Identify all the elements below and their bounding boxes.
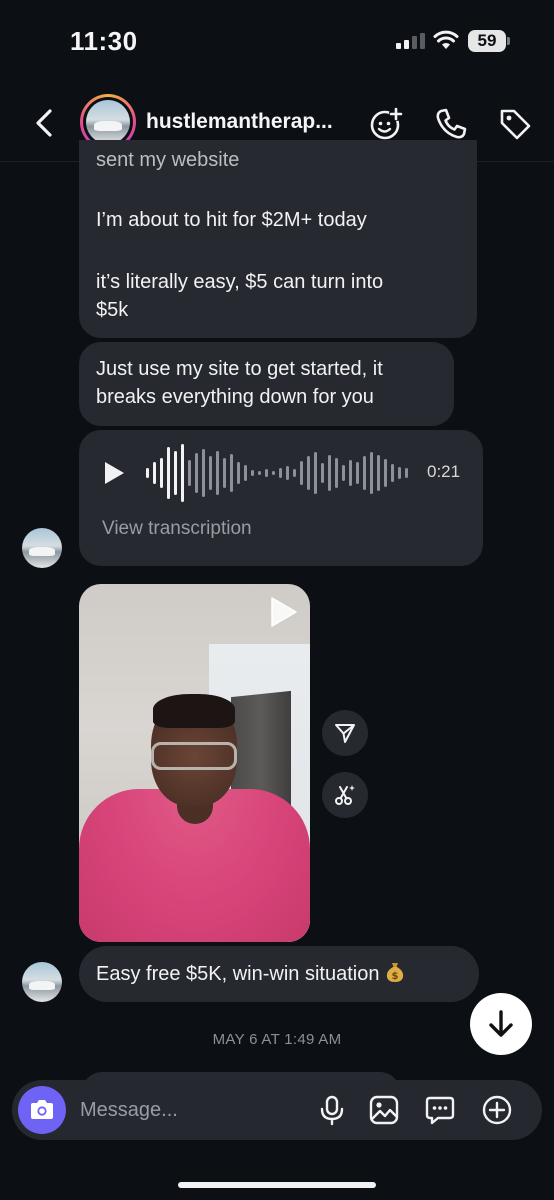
audio-waveform[interactable] (146, 444, 408, 502)
waveform-bar (384, 459, 387, 487)
video-message[interactable] (79, 584, 310, 942)
message-text: sent my website (96, 149, 240, 171)
battery-indicator: 59 (468, 30, 510, 52)
waveform-bar (272, 471, 275, 475)
waveform-bar (328, 455, 331, 491)
waveform-bar (377, 455, 380, 491)
camera-icon (31, 1100, 53, 1119)
message-bubble[interactable]: Just use my site to get started, it brea… (79, 342, 454, 426)
waveform-bar (370, 452, 373, 494)
home-indicator (178, 1182, 376, 1188)
face-plus-icon[interactable] (368, 106, 404, 142)
message-text: Just use my site to get started, it (96, 358, 383, 380)
waveform-bar (300, 461, 303, 485)
plus-circle-icon[interactable] (481, 1094, 513, 1126)
message-row: Easy free $5K, win-win situation $ (96, 960, 405, 988)
waveform-bar (342, 465, 345, 481)
message-text: I’m about to hit for $2M+ today (96, 209, 367, 231)
message-text: $5k (96, 299, 129, 321)
waveform-bar (391, 464, 394, 482)
waveform-bar (209, 456, 212, 490)
image-icon[interactable] (368, 1094, 400, 1126)
waveform-bar (216, 451, 219, 495)
sender-avatar[interactable] (22, 962, 62, 1002)
waveform-bar (181, 444, 184, 502)
microphone-icon[interactable] (316, 1094, 348, 1126)
waveform-bar (265, 469, 268, 477)
phone-icon[interactable] (433, 106, 469, 142)
status-bar: 11:30 59 (0, 0, 554, 84)
waveform-bar (202, 449, 205, 497)
message-composer (12, 1080, 542, 1140)
waveform-bar (307, 456, 310, 490)
waveform-bar (321, 463, 324, 483)
waveform-bar (244, 465, 247, 481)
waveform-bar (279, 468, 282, 478)
play-icon[interactable] (266, 596, 298, 628)
view-transcription-link[interactable]: View transcription (102, 518, 252, 540)
waveform-bar (293, 469, 296, 477)
video-person-glasses (151, 742, 237, 770)
sender-avatar[interactable] (22, 528, 62, 568)
waveform-bar (349, 460, 352, 486)
battery-level: 59 (468, 30, 506, 52)
chevron-left-icon[interactable] (28, 106, 62, 140)
message-text: Easy free $5K, win-win situation (96, 963, 380, 985)
waveform-bar (230, 454, 233, 492)
svg-text:$: $ (392, 971, 399, 982)
waveform-bar (363, 456, 366, 490)
waveform-bar (223, 458, 226, 488)
waveform-bar (314, 452, 317, 494)
message-input[interactable] (80, 1096, 300, 1124)
wifi-icon (433, 30, 459, 49)
waveform-bar (167, 447, 170, 499)
message-bubble[interactable]: sent my website I’m about to hit for $2M… (79, 140, 477, 338)
scissors-sparkle-icon (335, 785, 355, 805)
battery-tip (507, 37, 510, 45)
share-button[interactable] (322, 710, 368, 756)
waveform-bar (188, 460, 191, 486)
waveform-bar (405, 468, 408, 478)
waveform-bar (398, 467, 401, 479)
status-time: 11:30 (70, 26, 138, 56)
tag-icon[interactable] (497, 106, 533, 142)
message-text: breaks everything down for you (96, 386, 374, 408)
waveform-bar (286, 466, 289, 480)
waveform-bar (195, 453, 198, 493)
chat-dots-icon[interactable] (424, 1094, 456, 1126)
arrow-down-icon (489, 1010, 513, 1037)
paper-plane-icon (335, 724, 355, 743)
camera-button[interactable] (18, 1086, 66, 1134)
video-person-hair (153, 694, 235, 728)
play-icon[interactable] (102, 460, 126, 486)
waveform-bar (146, 468, 149, 478)
waveform-bar (237, 462, 240, 484)
waveform-bar (356, 462, 359, 484)
avatar-image (86, 100, 130, 144)
waveform-bar (258, 471, 261, 475)
scroll-to-bottom-button[interactable] (470, 993, 532, 1055)
message-bubble[interactable]: Easy free $5K, win-win situation $ (79, 946, 479, 1002)
waveform-bar (335, 458, 338, 488)
voice-duration: 0:21 (427, 462, 461, 481)
signal-icon (396, 33, 425, 49)
message-text: it’s literally easy, $5 can turn into (96, 271, 384, 293)
waveform-bar (251, 470, 254, 476)
money-bag-emoji: $ (386, 963, 404, 982)
contact-username[interactable]: hustlemantherap... (146, 110, 333, 134)
waveform-bar (174, 451, 177, 495)
waveform-bar (160, 458, 163, 488)
remix-button[interactable] (322, 772, 368, 818)
waveform-bar (153, 462, 156, 484)
